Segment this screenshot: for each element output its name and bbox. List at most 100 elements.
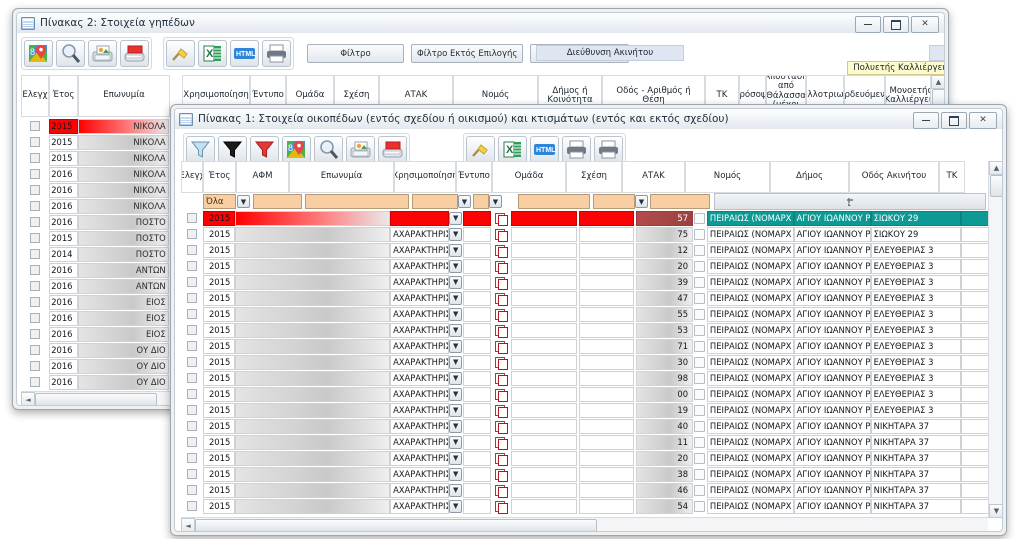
cell-street[interactable]: ΕΛΕΥΘΕΡΙΑΣ 3 [870, 290, 962, 306]
broom-icon[interactable] [466, 136, 495, 163]
cell-tk[interactable] [961, 226, 989, 242]
checkbox-box[interactable] [694, 292, 706, 304]
cell-year[interactable]: 2015 [202, 274, 236, 290]
table-row[interactable]: 2015 ΑΧΑΡΑΚΤΗΡΙΣΤ▼ 20 ΠΕΙΡΑΙΩΣ (ΝΟΜΑΡΧΑΓΙΟΥ… [181, 258, 989, 274]
cell-dimos[interactable]: ΑΓΙΟΥ ΙΩΑΝΝΟΥ ΡΕ [793, 354, 871, 370]
photo-printer-icon[interactable] [88, 40, 117, 67]
cell-group[interactable] [511, 322, 577, 338]
cell-check-small[interactable] [693, 356, 707, 368]
cell-usage[interactable]: ΑΧΑΡΑΚΤΗΡΙΣΤ [390, 226, 450, 242]
cell-check-small[interactable] [693, 340, 707, 352]
cell-street[interactable]: ΕΛΕΥΘΕΡΙΑΣ 3 [870, 338, 962, 354]
cell-form[interactable] [463, 274, 491, 290]
cell-street[interactable]: ΕΛΕΥΘΕΡΙΑΣ 3 [870, 322, 962, 338]
cell-afm-name[interactable] [235, 498, 391, 514]
front-col-3[interactable]: Επωνυμία [289, 161, 394, 193]
cell-street[interactable]: ΝΙΚΗΤΑΡΑ 37 [870, 498, 962, 514]
filter-usage-chevron-down-icon[interactable]: ▼ [458, 195, 471, 208]
cell-name[interactable]: ΝΙΚΟΛΑ [77, 150, 169, 166]
window-pinakas-1[interactable]: Πίνακας 1: Στοιχεία οικοπέδων (εντός σχε… [170, 104, 1007, 536]
cell-name[interactable]: ΝΙΚΟΛΑ [77, 166, 169, 182]
row-checkbox[interactable] [181, 437, 203, 447]
cell-atak[interactable]: 75 [635, 226, 694, 242]
cell-afm-name[interactable] [235, 226, 391, 242]
checkbox-box[interactable] [694, 484, 706, 496]
cell-tk[interactable] [961, 434, 989, 450]
cell-name[interactable]: ΝΙΚΟΛΑ [77, 134, 169, 150]
cell-document-icon[interactable] [491, 404, 511, 418]
cell-name[interactable]: ΠΟΣΤΟ [77, 246, 169, 262]
cell-tk[interactable] [961, 466, 989, 482]
cell-year[interactable]: 2016 [48, 374, 78, 390]
checkbox-box[interactable] [186, 229, 197, 239]
cell-relation[interactable] [578, 434, 634, 450]
row-checkbox[interactable] [181, 405, 203, 415]
cell-relation[interactable] [578, 418, 634, 434]
minimize-button[interactable] [855, 16, 881, 33]
cell-relation[interactable] [578, 450, 634, 466]
table-row[interactable]: 2015 ΑΧΑΡΑΚΤΗΡΙΣΤ▼ 38 ΠΕΙΡΑΙΩΣ (ΝΟΜΑΡΧΑΓΙΟΥ… [181, 466, 989, 482]
cell-name[interactable]: ΟΥ ΔΙΟ [77, 342, 169, 358]
cell-atak[interactable]: 38 [635, 466, 694, 482]
cell-dimos[interactable]: ΑΓΙΟΥ ΙΩΑΝΝΟΥ ΡΕ [793, 418, 871, 434]
cell-usage-chevron-down-icon[interactable]: ▼ [449, 243, 463, 257]
cell-name[interactable]: ΟΥ ΔΙΟ [77, 358, 169, 374]
cell-usage-chevron-down-icon[interactable]: ▼ [449, 451, 463, 465]
filter-atak-input[interactable] [650, 194, 710, 209]
cell-street[interactable]: ΕΛΕΥΘΕΡΙΑΣ 3 [870, 274, 962, 290]
cell-street[interactable]: ΣΙΩΚΟΥ 29 [870, 226, 962, 242]
scroll-left-arrow[interactable]: ◄ [21, 392, 35, 405]
html-icon[interactable]: HTML [530, 136, 559, 163]
checkbox-box[interactable] [29, 121, 40, 131]
cell-group[interactable] [511, 418, 577, 434]
cell-nomos[interactable]: ΠΕΙΡΑΙΩΣ (ΝΟΜΑΡΧ [706, 242, 794, 258]
table-row[interactable]: 2015 ΑΧΑΡΑΚΤΗΡΙΣΤ▼ 71 ΠΕΙΡΑΙΩΣ (ΝΟΜΑΡΧΑΓΙΟΥ… [181, 338, 989, 354]
cell-relation[interactable] [578, 242, 634, 258]
cell-tk[interactable] [961, 290, 989, 306]
filter-red-icon[interactable] [250, 136, 279, 163]
cell-year[interactable]: 2015 [202, 354, 236, 370]
row-checkbox[interactable] [21, 233, 49, 243]
checkbox-box[interactable] [29, 153, 40, 163]
row-checkbox[interactable] [181, 453, 203, 463]
cell-street[interactable]: ΝΙΚΗΤΑΡΑ 37 [870, 450, 962, 466]
cell-year[interactable]: 2015 [202, 466, 236, 482]
cell-tk[interactable] [961, 306, 989, 322]
scanner-icon[interactable] [120, 40, 149, 67]
cell-name[interactable]: ΝΙΚΟΛΑ [77, 118, 169, 134]
front-col-8[interactable]: ΑΤΑΚ [622, 161, 685, 193]
cell-nomos[interactable]: ΠΕΙΡΑΙΩΣ (ΝΟΜΑΡΧ [706, 386, 794, 402]
window-1-vscrollbar[interactable]: ▲ ▼ [988, 161, 1002, 518]
cell-usage[interactable]: ΑΧΑΡΑΚΤΗΡΙΣΤ [390, 322, 450, 338]
row-checkbox[interactable] [21, 281, 49, 291]
checkbox-box[interactable] [186, 453, 197, 463]
cell-form[interactable] [463, 338, 491, 354]
front-col-1[interactable]: Έτος [203, 161, 236, 193]
checkbox-box[interactable] [29, 185, 40, 195]
cell-check-small[interactable] [693, 436, 707, 448]
table-row[interactable]: 2015 ΑΧΑΡΑΚΤΗΡΙΣΤ▼ 75 ΠΕΙΡΑΙΩΣ (ΝΟΜΑΡΧΑΓΙΟΥ… [181, 226, 989, 242]
cell-dimos[interactable]: ΑΓΙΟΥ ΙΩΑΝΝΟΥ ΡΕ [793, 434, 871, 450]
cell-year[interactable]: 2016 [48, 310, 78, 326]
cell-street[interactable]: ΝΙΚΗΤΑΡΑ 37 [870, 482, 962, 498]
cell-group[interactable] [511, 354, 577, 370]
cell-document-icon[interactable] [491, 484, 511, 498]
checkbox-box[interactable] [694, 404, 706, 416]
google-maps-icon[interactable]: 8 [282, 136, 311, 163]
cell-usage-chevron-down-icon[interactable]: ▼ [449, 291, 463, 305]
checkbox-box[interactable] [694, 372, 706, 384]
cell-usage[interactable]: ΑΧΑΡΑΚΤΗΡΙΣΤ [390, 338, 450, 354]
cell-usage[interactable]: ΑΧΑΡΑΚΤΗΡΙΣΤ [390, 482, 450, 498]
cell-check-small[interactable] [693, 484, 707, 496]
toolbar-group-tools[interactable]: 8 [21, 37, 152, 70]
checkbox-box[interactable] [186, 405, 197, 415]
cell-afm-name[interactable] [235, 274, 391, 290]
cell-form[interactable] [463, 434, 491, 450]
checkbox-box[interactable] [29, 265, 40, 275]
window-2-titlebar[interactable]: Πίνακας 2: Στοιχεία γηπέδων [17, 13, 944, 33]
row-checkbox[interactable] [21, 137, 49, 147]
cell-atak[interactable]: 71 [635, 338, 694, 354]
row-checkbox[interactable] [181, 421, 203, 431]
cell-group[interactable] [511, 210, 577, 226]
cell-year[interactable]: 2015 [202, 402, 236, 418]
